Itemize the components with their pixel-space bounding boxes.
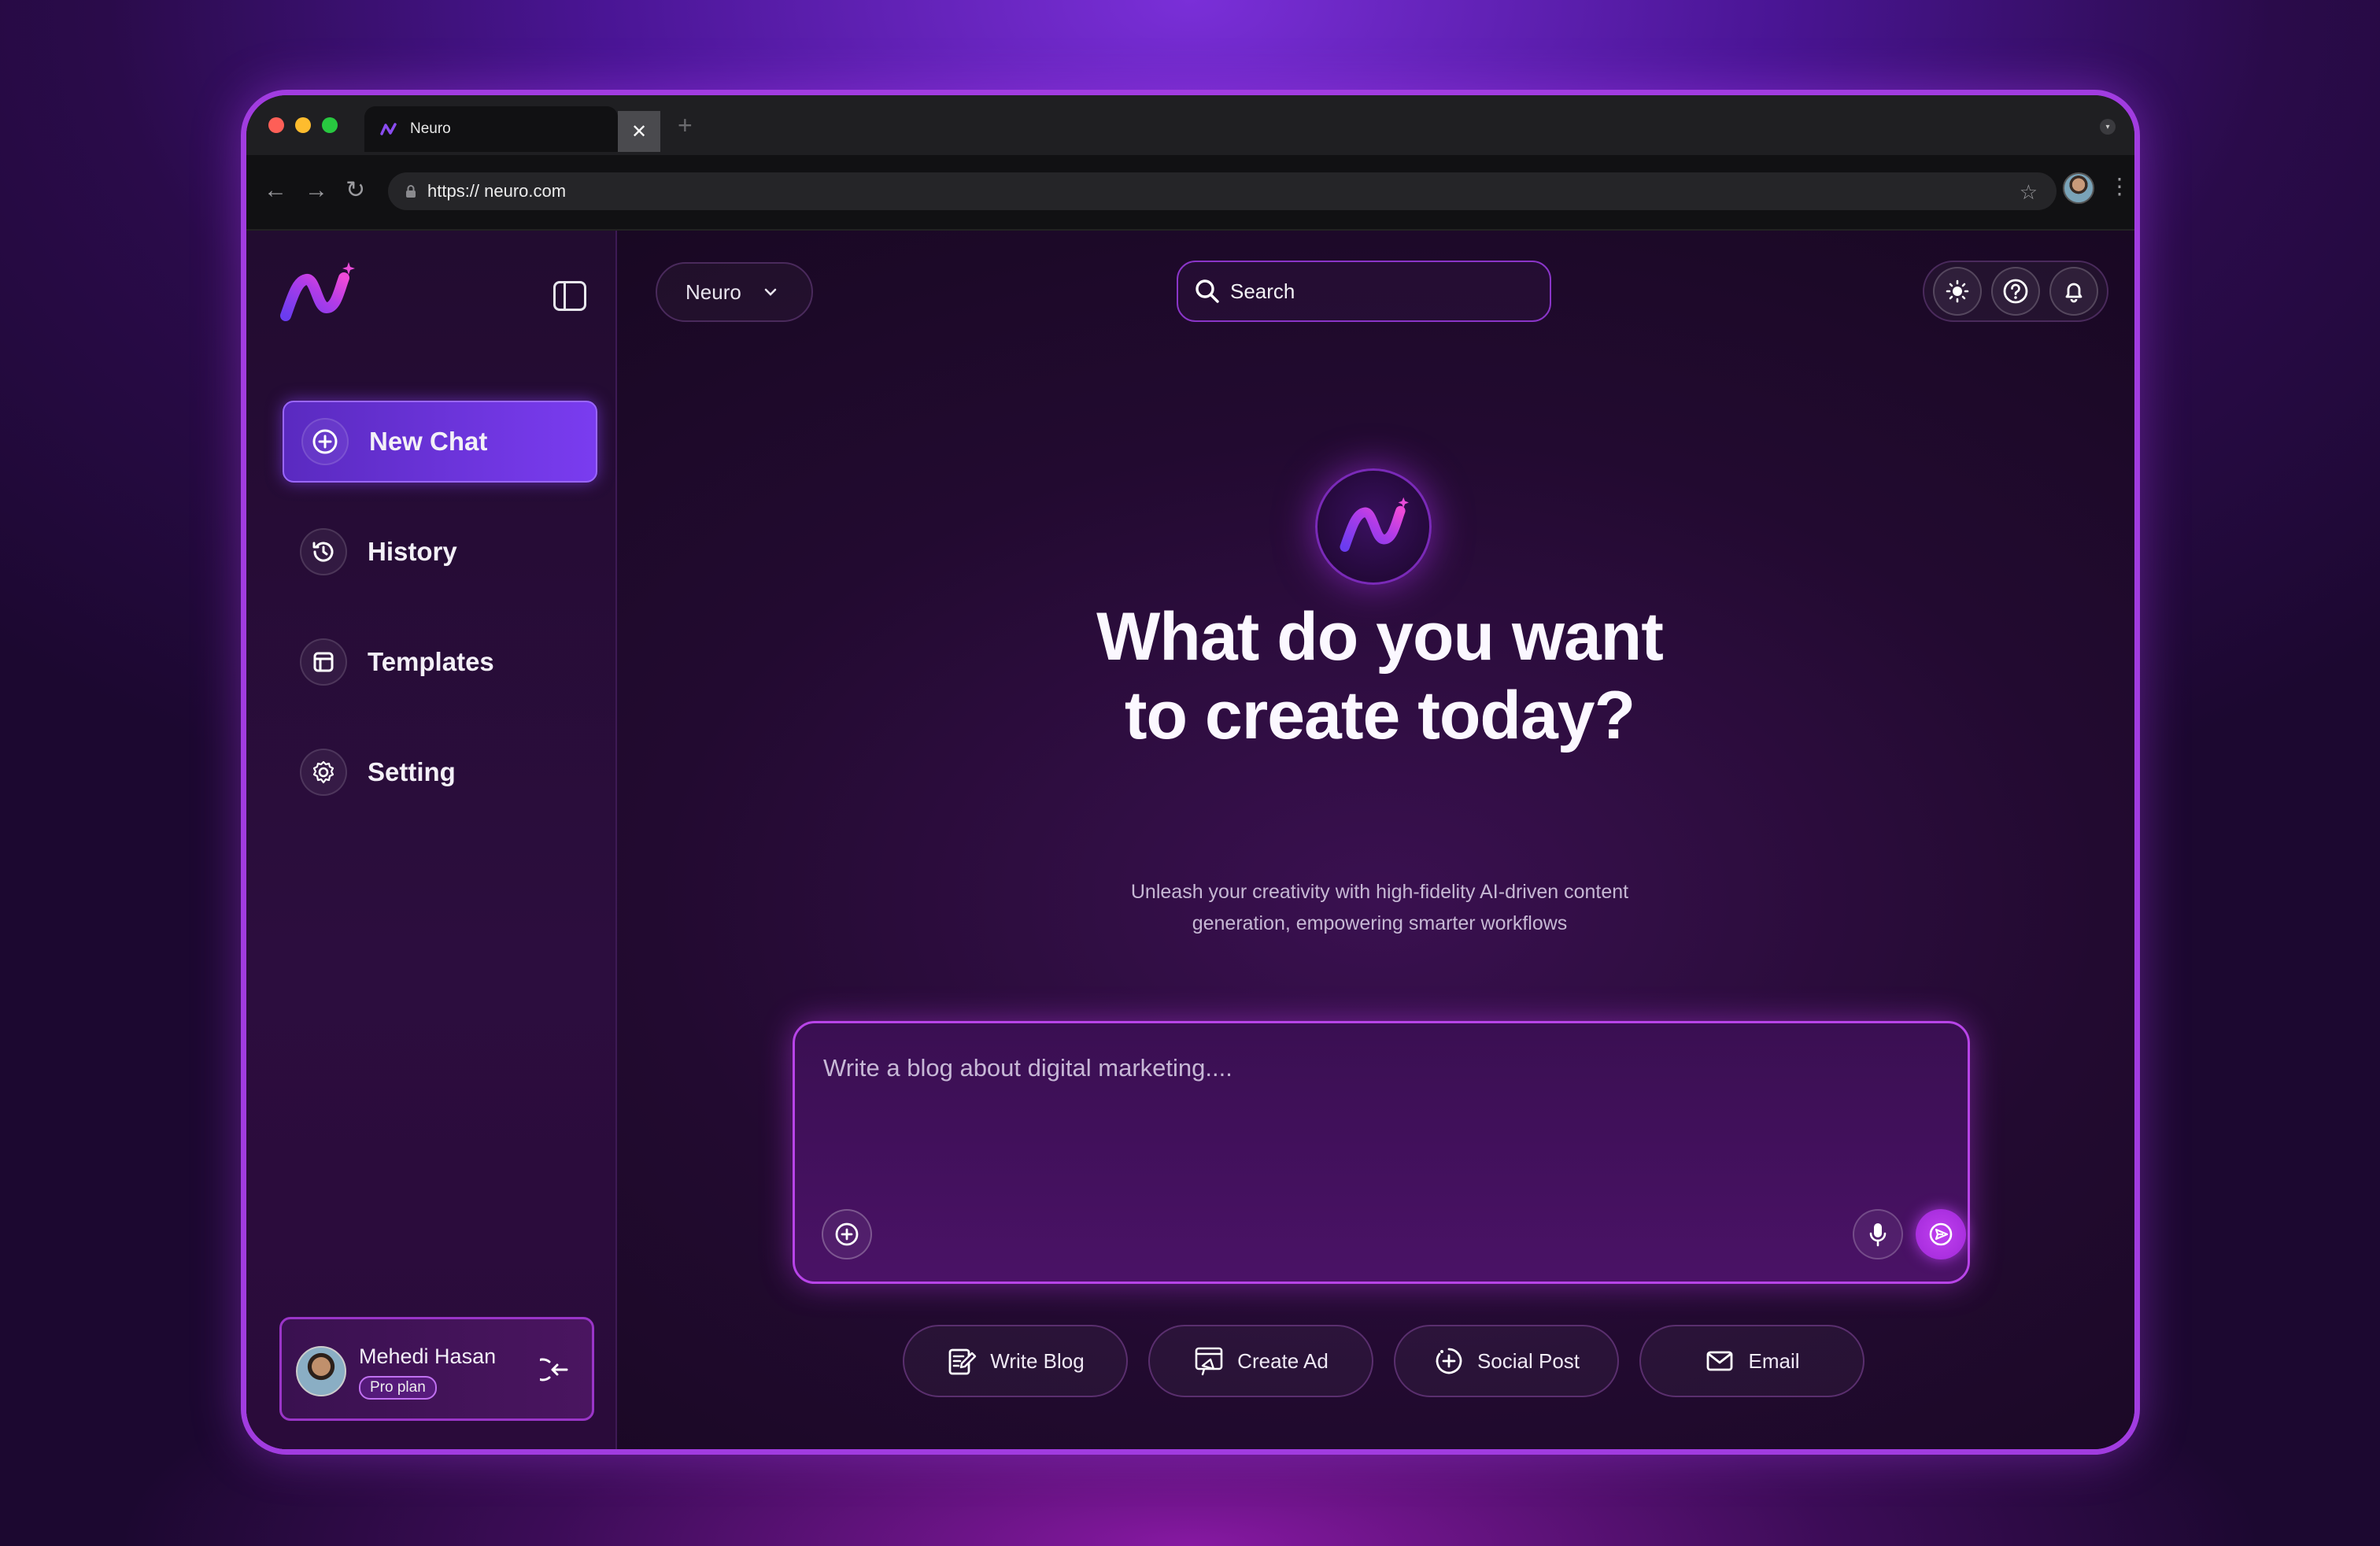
sidebar-item-templates[interactable]: Templates (283, 621, 597, 703)
template-icon (300, 638, 347, 686)
mail-icon (1707, 1351, 1733, 1371)
neuro-logo-icon (280, 262, 355, 321)
megaphone-icon (1195, 1347, 1223, 1376)
history-icon (300, 528, 347, 575)
browser-menu-icon[interactable]: ⋮ (2108, 176, 2131, 198)
sidebar-item-label: New Chat (369, 427, 488, 456)
window-controls (268, 117, 338, 133)
notifications-button[interactable] (2049, 267, 2098, 316)
edit-note-icon (948, 1348, 977, 1375)
minimize-window-button[interactable] (295, 117, 311, 133)
quick-actions: Write Blog Create Ad Social Post Email (903, 1325, 1864, 1397)
chevron-down-icon (764, 288, 777, 296)
bookmark-star-icon[interactable]: ☆ (2020, 180, 2038, 205)
address-bar[interactable]: https:// neuro.com ☆ (388, 172, 2057, 210)
sidebar-item-setting[interactable]: Setting (283, 731, 597, 813)
tab-title: Neuro (410, 120, 451, 137)
browser-toolbar: ← → ↻ https:// neuro.com ☆ ⋮ (246, 155, 2134, 231)
plus-circle-icon (301, 418, 349, 465)
microphone-button[interactable] (1853, 1209, 1903, 1259)
help-icon (2003, 279, 2028, 304)
page-subtitle: Unleash your creativity with high-fideli… (1130, 881, 1629, 934)
url-text: https:// neuro.com (427, 181, 567, 201)
user-profile-card[interactable]: Mehedi Hasan Pro plan (279, 1317, 594, 1421)
header-actions (1923, 261, 2108, 322)
prompt-input[interactable] (823, 1049, 1925, 1088)
send-button[interactable] (1916, 1209, 1966, 1259)
back-icon[interactable]: ← (264, 179, 287, 202)
add-post-icon (1436, 1348, 1462, 1374)
sidebar-item-new-chat[interactable]: New Chat (283, 401, 597, 483)
browser-tab[interactable]: Neuro (364, 106, 618, 152)
tab-bar: Neuro ✕ + ▾ (246, 95, 2134, 155)
avatar (296, 1346, 346, 1396)
app-area: New Chat History Templates Setting Mehed… (246, 231, 2134, 1449)
plus-circle-icon (835, 1222, 859, 1246)
browser-window: Neuro ✕ + ▾ ← → ↻ https:// neuro.com ☆ ⋮ (241, 90, 2140, 1455)
neuro-logo-icon (1340, 497, 1409, 553)
theme-toggle-button[interactable] (1933, 267, 1982, 316)
send-icon (1929, 1222, 1953, 1246)
help-button[interactable] (1991, 267, 2040, 316)
chip-label: Write Blog (990, 1348, 1085, 1373)
search-input[interactable]: Search (1230, 279, 1295, 304)
create-ad-button[interactable]: Create Ad (1148, 1325, 1373, 1397)
sidebar-item-label: Templates (368, 647, 494, 676)
write-blog-button[interactable]: Write Blog (903, 1325, 1128, 1397)
attach-button[interactable] (822, 1209, 872, 1259)
user-name: Mehedi Hasan (359, 1344, 497, 1368)
sidebar-item-history[interactable]: History (283, 511, 597, 593)
tab-list-icon[interactable]: ▾ (2100, 119, 2116, 135)
model-name: Neuro (686, 279, 741, 304)
email-button[interactable]: Email (1639, 1325, 1864, 1397)
logout-icon[interactable] (540, 1354, 571, 1385)
plan-badge: Pro plan (359, 1376, 437, 1400)
sidebar-item-label: History (368, 537, 457, 566)
lock-icon (406, 185, 416, 198)
chip-label: Email (1748, 1348, 1800, 1373)
reload-icon[interactable]: ↻ (346, 179, 365, 202)
page-title: What do you want to create today? (1096, 599, 1664, 753)
close-window-button[interactable] (268, 117, 284, 133)
bell-icon (2065, 283, 2082, 303)
chip-label: Create Ad (1237, 1348, 1329, 1373)
browser-profile-avatar[interactable] (2063, 172, 2094, 204)
microphone-icon (1869, 1223, 1887, 1247)
search-icon (1196, 279, 1219, 303)
prompt-composer (793, 1021, 1970, 1284)
search-box[interactable]: Search (1177, 261, 1551, 322)
new-tab-button[interactable]: + (678, 113, 693, 138)
sidebar: New Chat History Templates Setting Mehed… (246, 231, 617, 1449)
sidebar-toggle-button[interactable] (553, 281, 586, 311)
social-post-button[interactable]: Social Post (1394, 1325, 1619, 1397)
tab-close-button[interactable]: ✕ (618, 111, 660, 152)
maximize-window-button[interactable] (322, 117, 338, 133)
hero-logo (1315, 468, 1432, 585)
chip-label: Social Post (1476, 1348, 1580, 1373)
gear-icon (300, 749, 347, 796)
model-dropdown[interactable]: Neuro (656, 262, 813, 322)
tab-favicon-icon (380, 123, 397, 135)
sun-icon (1946, 279, 1969, 303)
sidebar-item-label: Setting (368, 757, 456, 786)
forward-icon[interactable]: → (305, 179, 328, 202)
